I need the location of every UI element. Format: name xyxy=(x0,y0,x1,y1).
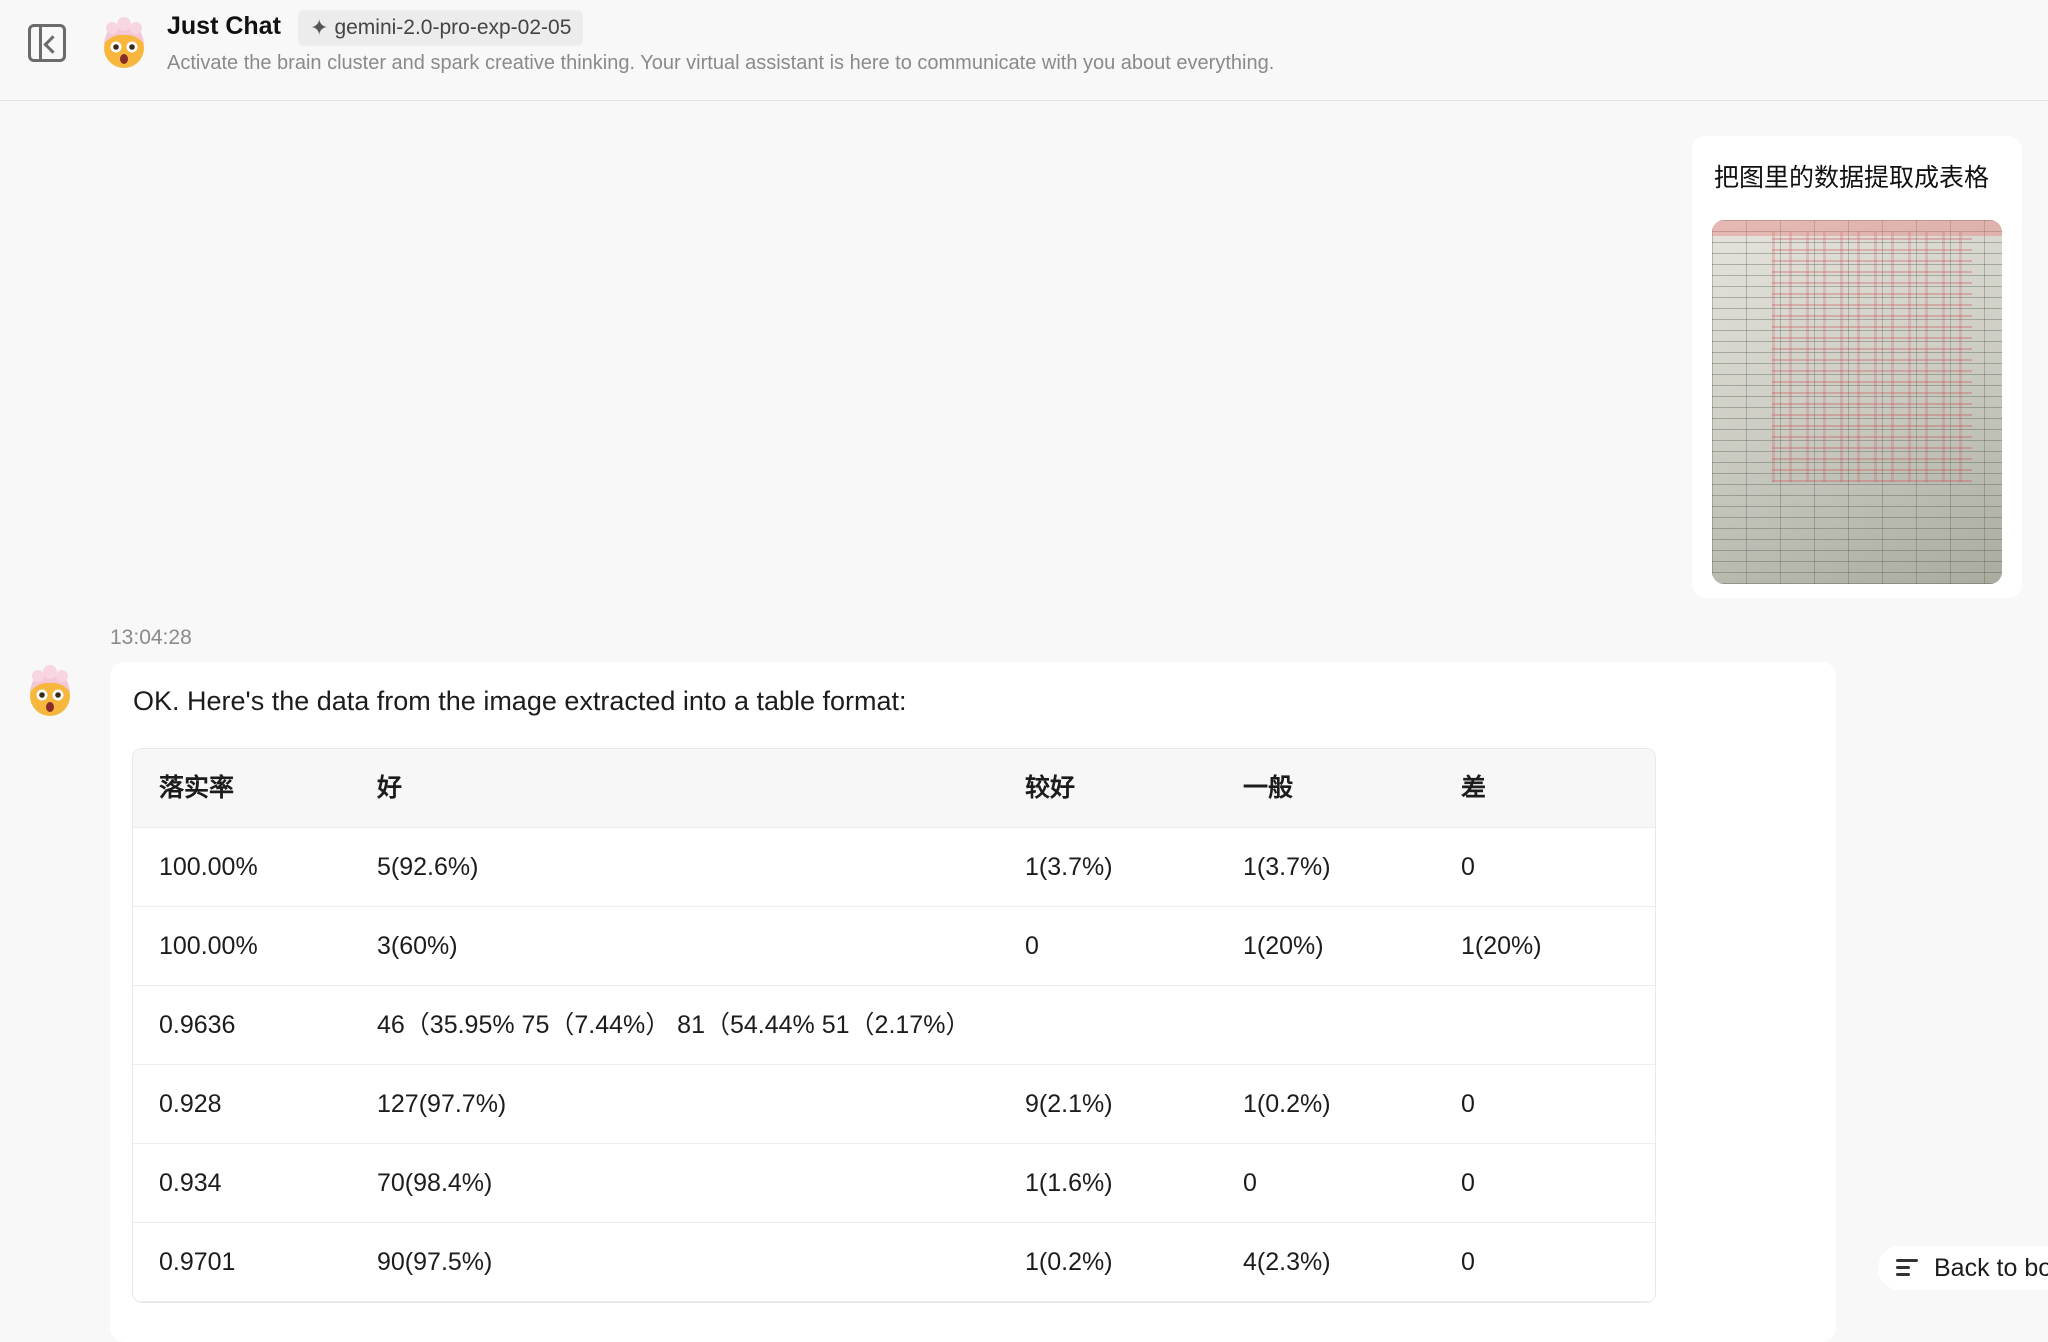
column-header: 好 xyxy=(377,774,403,802)
list-scroll-icon xyxy=(1896,1257,1922,1279)
table-cell: 9(2.1%) xyxy=(1025,1090,1113,1118)
table-cell: 1(1.6%) xyxy=(1025,1169,1113,1197)
table-row: 100.00% 5(92.6%) 1(3.7%) 1(3.7%) 0 xyxy=(133,828,1655,907)
attached-spreadsheet-photo[interactable] xyxy=(1712,220,2002,584)
sparkle-icon: ✦ xyxy=(310,15,329,40)
table-cell: 4(2.3%) xyxy=(1243,1248,1331,1276)
message-timestamp: 13:04:28 xyxy=(110,626,192,649)
table-row: 0.9701 90(97.5%) 1(0.2%) 4(2.3%) 0 xyxy=(133,1223,1655,1302)
chat-header: Just Chat ✦ gemini-2.0-pro-exp-02-05 Act… xyxy=(0,0,2048,101)
table-cell: 1(3.7%) xyxy=(1025,853,1113,881)
chat-title: Just Chat xyxy=(167,12,281,40)
table-cell: 90(97.5%) xyxy=(377,1248,493,1276)
table-row: 0.928 127(97.7%) 9(2.1%) 1(0.2%) 0 xyxy=(133,1065,1655,1144)
user-message: 把图里的数据提取成表格 xyxy=(1692,136,2022,598)
table-cell: 0 xyxy=(1461,1169,1475,1197)
table-cell: 0 xyxy=(1461,853,1475,881)
table-cell: 70(98.4%) xyxy=(377,1169,493,1197)
table-cell: 1(0.2%) xyxy=(1025,1248,1113,1276)
table-row: 0.934 70(98.4%) 1(1.6%) 0 0 xyxy=(133,1144,1655,1223)
back-to-bottom-label: Back to bottom xyxy=(1934,1253,2048,1282)
table-cell: 5(92.6%) xyxy=(377,853,479,881)
table-cell: 1(0.2%) xyxy=(1243,1090,1331,1118)
table-row: 100.00% 3(60%) 0 1(20%) 1(20%) xyxy=(133,907,1655,986)
model-name: gemini-2.0-pro-exp-02-05 xyxy=(334,16,572,39)
assistant-message-text: OK. Here's the data from the image extra… xyxy=(133,686,907,716)
sidebar-collapse-icon[interactable] xyxy=(28,24,66,62)
table-row: 0.9636 46（35.95% 75（7.44%） 81（54.44% 51（… xyxy=(133,986,1655,1065)
table-header-row: 落实率 好 较好 一般 差 xyxy=(133,749,1655,828)
table-cell: 0 xyxy=(1461,1090,1475,1118)
column-header: 落实率 xyxy=(159,774,235,802)
table-cell: 0.9701 xyxy=(159,1248,236,1276)
back-to-bottom-button[interactable]: Back to bottom xyxy=(1878,1246,2048,1290)
extracted-data-table: 落实率 好 较好 一般 差 100.00% 5(92.6%) 1(3.7%) 1… xyxy=(132,748,1656,1303)
table-cell: 0.928 xyxy=(159,1090,222,1118)
user-message-text: 把图里的数据提取成表格 xyxy=(1714,164,1990,192)
model-badge[interactable]: ✦ gemini-2.0-pro-exp-02-05 xyxy=(298,10,584,46)
table-cell: 100.00% xyxy=(159,932,258,960)
table-cell: 46（35.95% 75（7.44%） 81（54.44% 51（2.17%） xyxy=(377,1011,971,1039)
table-cell: 1(3.7%) xyxy=(1243,853,1331,881)
table-cell: 0.934 xyxy=(159,1169,222,1197)
table-cell: 127(97.7%) xyxy=(377,1090,507,1118)
column-header: 一般 xyxy=(1243,774,1294,802)
table-cell: 0.9636 xyxy=(159,1011,236,1039)
table-cell: 100.00% xyxy=(159,853,258,881)
table-cell: 0 xyxy=(1461,1248,1475,1276)
agent-avatar-icon[interactable] xyxy=(96,16,152,72)
table-cell: 1(20%) xyxy=(1461,932,1542,960)
table-cell: 1(20%) xyxy=(1243,932,1324,960)
table-cell: 0 xyxy=(1243,1169,1257,1197)
column-header: 差 xyxy=(1461,774,1487,802)
table-cell: 3(60%) xyxy=(377,932,458,960)
chat-description: Activate the brain cluster and spark cre… xyxy=(167,52,1275,74)
table-cell: 0 xyxy=(1025,932,1039,960)
assistant-message: OK. Here's the data from the image extra… xyxy=(110,662,1836,1342)
column-header: 较好 xyxy=(1025,774,1076,802)
assistant-avatar-icon xyxy=(22,664,78,720)
